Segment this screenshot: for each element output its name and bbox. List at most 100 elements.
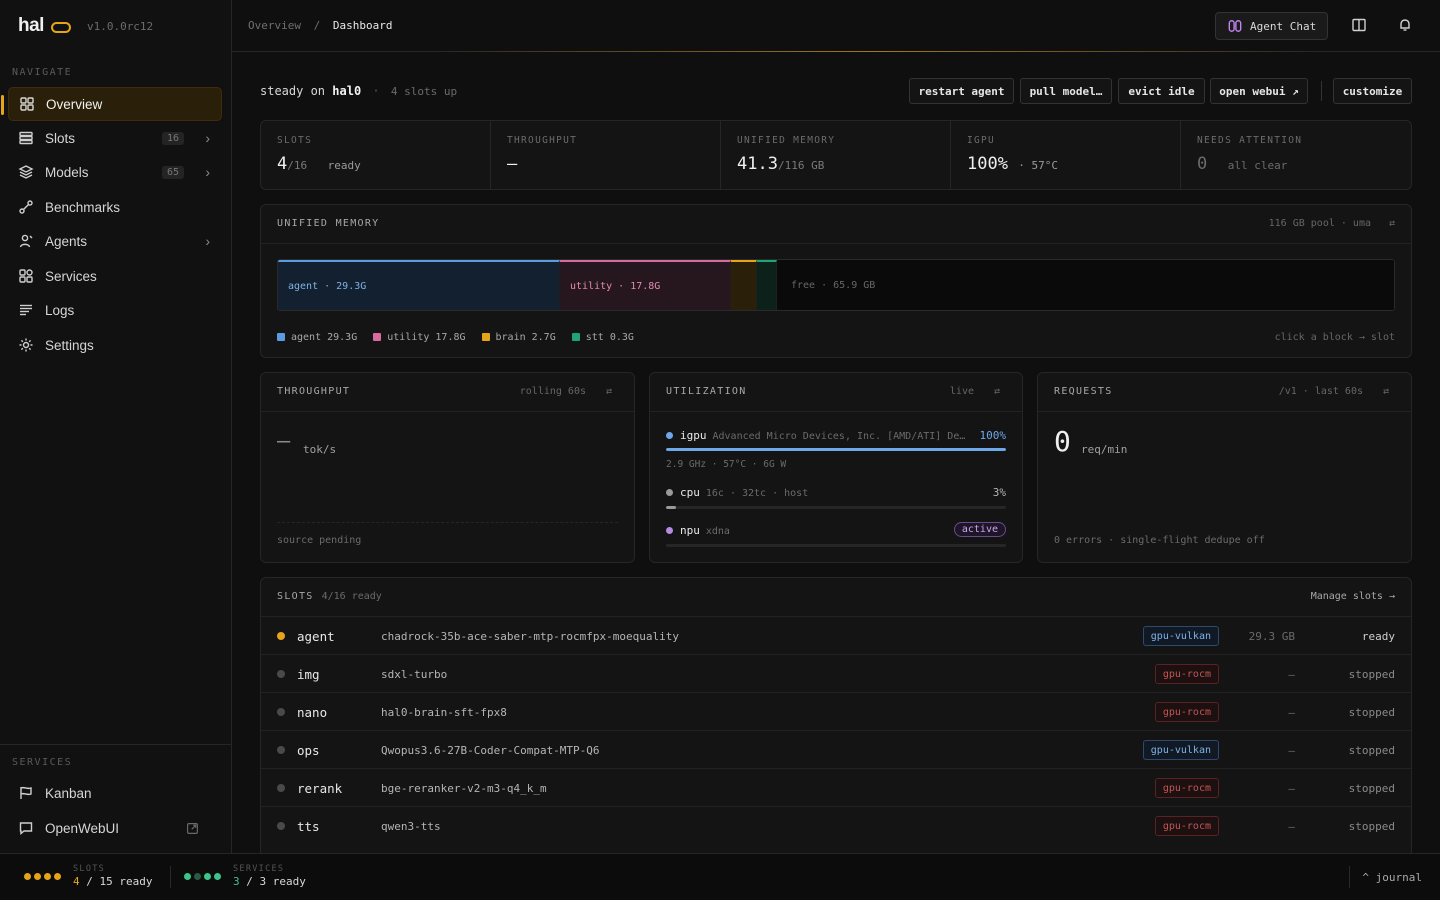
segment-label: agent · 29.3G bbox=[288, 280, 367, 292]
throughput-unit: tok/s bbox=[303, 443, 337, 456]
unified-memory-card: UNIFIED MEMORY 116 GB pool · uma ⇄ agent… bbox=[260, 204, 1412, 358]
logo-pill-icon bbox=[50, 21, 71, 33]
memory-segment-agent[interactable]: agent · 29.3G bbox=[278, 260, 560, 310]
brand[interactable]: hal v1.0.0rc12 bbox=[18, 14, 153, 38]
npu-active-badge: active bbox=[953, 522, 1006, 537]
memory-segment-stt[interactable] bbox=[757, 260, 777, 310]
requests-card: REQUESTS /v1 · last 60s ⇄ 0 req/min 0 er… bbox=[1037, 372, 1412, 563]
sidebar-item-overview[interactable]: Overview bbox=[1, 87, 222, 121]
agents-icon bbox=[19, 234, 33, 248]
memory-segment-free: free · 65.9 GB bbox=[777, 260, 1394, 310]
sidebar-item-count: 65 bbox=[161, 165, 184, 179]
slot-status: stopped bbox=[1348, 744, 1395, 757]
util-igpu-sub: 2.9 GHz · 57°C · 6G W bbox=[666, 459, 787, 470]
external-link-icon[interactable] bbox=[186, 822, 199, 835]
table-row[interactable]: nano hal0-brain-sft-fpx8 gpu-rocm — stop… bbox=[261, 692, 1411, 730]
slots-summary: 4/16 ready bbox=[321, 591, 382, 602]
sidebar-item-slots[interactable]: Slots 16 › bbox=[8, 121, 222, 155]
footer-services[interactable]: SERVICES 3 / 3 ready bbox=[184, 864, 306, 888]
backend-badge: gpu-rocm bbox=[1154, 664, 1219, 684]
util-pct: 3% bbox=[992, 486, 1006, 499]
topbar: Overview / Dashboard Agent Chat bbox=[232, 0, 1440, 52]
swap-icon[interactable]: ⇄ bbox=[1389, 218, 1395, 229]
footer-slots[interactable]: SLOTS 4 / 15 ready bbox=[24, 864, 152, 888]
legend-stt: stt 0.3G bbox=[571, 332, 634, 343]
util-igpu-row: igpu Advanced Micro Devices, Inc. [AMD/AT… bbox=[666, 429, 1006, 442]
agent-chat-label: Agent Chat bbox=[1250, 19, 1317, 33]
service-dots bbox=[184, 872, 221, 880]
manage-slots-link[interactable]: Manage slots → bbox=[1311, 591, 1395, 602]
util-cpu-bar bbox=[666, 506, 1006, 509]
util-cpu-row: cpu 16c · 32tc · host 3% bbox=[666, 486, 1006, 499]
stat-label: NEEDS ATTENTION bbox=[1197, 135, 1303, 146]
slot-model: sdxl-turbo bbox=[381, 668, 448, 681]
sidebar-service-openwebui[interactable]: OpenWebUI bbox=[8, 811, 222, 845]
card-divider bbox=[650, 411, 1022, 412]
sidebar-item-services[interactable]: Services bbox=[8, 259, 222, 293]
sidebar-item-settings[interactable]: Settings bbox=[8, 328, 222, 362]
table-row[interactable]: rerank bge-reranker-v2-m3-q4_k_m gpu-roc… bbox=[261, 768, 1411, 806]
stat-label: THROUGHPUT bbox=[507, 135, 578, 146]
card-title: THROUGHPUT bbox=[277, 386, 351, 397]
util-npu-row: npu xdna active bbox=[666, 522, 1006, 537]
chat-bubble-icon bbox=[19, 822, 33, 835]
card-subtitle: /v1 · last 60s bbox=[1278, 386, 1363, 397]
evict-idle-button[interactable]: evict idle bbox=[1118, 78, 1205, 104]
sidebar-item-agents[interactable]: Agents › bbox=[8, 224, 222, 258]
stat-unified-memory: UNIFIED MEMORY 41.3/116 GB bbox=[721, 121, 951, 189]
stat-unit: /116 GB bbox=[777, 159, 825, 172]
footer-divider bbox=[1349, 866, 1350, 888]
sidebar-divider bbox=[0, 744, 231, 745]
memory-segment-utility[interactable]: utility · 17.8G bbox=[560, 260, 731, 310]
card-title: UNIFIED MEMORY bbox=[277, 218, 380, 229]
table-row[interactable]: img sdxl-turbo gpu-rocm — stopped bbox=[261, 654, 1411, 692]
chevron-right-icon[interactable]: › bbox=[205, 164, 210, 180]
stat-needs-attention: NEEDS ATTENTION 0 all clear bbox=[1181, 121, 1411, 189]
book-icon[interactable] bbox=[1351, 17, 1367, 33]
table-row[interactable]: agent chadrock-35b-ace-saber-mtp-rocmfpx… bbox=[261, 616, 1411, 654]
card-subtitle: 116 GB pool · uma bbox=[1268, 218, 1371, 229]
swap-icon[interactable]: ⇄ bbox=[1383, 386, 1389, 397]
sidebar-service-kanban[interactable]: Kanban bbox=[8, 776, 222, 810]
throughput-footer: source pending bbox=[277, 535, 362, 546]
requests-value: 0 bbox=[1054, 425, 1071, 458]
chevron-right-icon[interactable]: › bbox=[205, 233, 210, 249]
sidebar-item-benchmarks[interactable]: Benchmarks bbox=[8, 190, 222, 224]
slot-status: stopped bbox=[1348, 706, 1395, 719]
table-row[interactable]: ops Qwopus3.6-27B-Coder-Compat-MTP-Q6 gp… bbox=[261, 730, 1411, 768]
open-webui-button[interactable]: open webui ↗ bbox=[1210, 78, 1308, 104]
restart-agent-button[interactable]: restart agent bbox=[909, 78, 1014, 104]
card-title: UTILIZATION bbox=[666, 386, 747, 397]
agent-chat-button[interactable]: Agent Chat bbox=[1215, 12, 1328, 40]
pull-model-button[interactable]: pull model… bbox=[1020, 78, 1112, 104]
bell-icon[interactable] bbox=[1397, 17, 1413, 33]
stat-throughput: THROUGHPUT — bbox=[491, 121, 721, 189]
sidebar-item-models[interactable]: Models 65 › bbox=[8, 155, 222, 189]
breadcrumb-overview[interactable]: Overview bbox=[248, 19, 301, 32]
util-name: igpu bbox=[680, 429, 707, 442]
memory-segment-brain[interactable] bbox=[731, 260, 757, 310]
stat-slots: SLOTS 4/16 ready bbox=[261, 121, 491, 189]
status-line: steady on hal0 · 4 slots up bbox=[260, 84, 457, 98]
status-dot bbox=[277, 746, 285, 754]
requests-footer: 0 errors · single-flight dedupe off bbox=[1054, 535, 1265, 546]
slot-model: Qwopus3.6-27B-Coder-Compat-MTP-Q6 bbox=[381, 744, 600, 757]
segment-label: free · 65.9 GB bbox=[791, 279, 876, 291]
table-row[interactable]: tts qwen3-tts gpu-rocm — stopped bbox=[261, 806, 1411, 844]
throughput-value: — bbox=[277, 429, 291, 454]
stat-value: 4 bbox=[277, 154, 288, 174]
swap-icon[interactable]: ⇄ bbox=[606, 386, 612, 397]
sidebar-item-logs[interactable]: Logs bbox=[8, 293, 222, 327]
stat-value: — bbox=[507, 154, 518, 174]
sidebar-item-label: Settings bbox=[45, 337, 94, 353]
services-header: SERVICES bbox=[12, 757, 73, 768]
footer-divider bbox=[170, 866, 171, 888]
swap-icon[interactable]: ⇄ bbox=[994, 386, 1000, 397]
slot-name: img bbox=[297, 667, 320, 682]
chevron-right-icon[interactable]: › bbox=[205, 130, 210, 146]
customize-button[interactable]: customize bbox=[1333, 78, 1412, 104]
footer-slots-ready: 4 bbox=[73, 875, 80, 888]
slot-name: ops bbox=[297, 743, 320, 758]
journal-toggle[interactable]: ^ journal bbox=[1362, 871, 1422, 884]
backend-badge: gpu-rocm bbox=[1154, 816, 1219, 836]
